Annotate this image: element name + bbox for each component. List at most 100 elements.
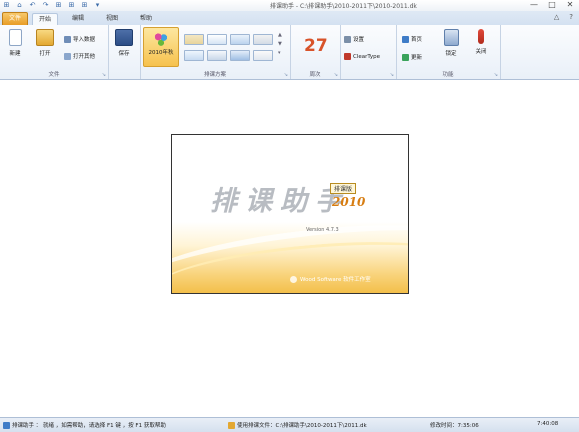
window-title: 排课助手 - C:\排课助手\2010-2011下\2010-2011.dk [270,3,417,10]
save-group: 保存 [108,25,141,79]
app-menu-icon[interactable]: ⊞ [2,1,11,9]
file-icon [228,422,235,429]
company-logo-icon [290,275,297,283]
settings-label: 设置 [353,37,365,43]
quick-action-icon[interactable]: ⊞ [80,1,89,9]
open-other-label: 打开其他 [73,54,96,60]
new-file-icon [8,29,22,46]
dialog-launcher-icon[interactable]: ↘ [494,72,498,78]
lock-button[interactable]: 锁定 [440,29,462,57]
version-text: Version 4.7.3 [306,227,339,233]
status-icon [3,422,10,429]
splash-screen: 排课助手 排课版 2010 Version 4.7.3 Wood Softwar… [171,134,409,294]
theme-swatch[interactable] [253,34,273,45]
update-button[interactable]: 更新 [402,53,422,61]
close-app-label: 关闭 [475,49,487,55]
week-number[interactable]: 27 [304,36,328,56]
import-data-button[interactable]: 导入数据 [64,35,95,43]
edition-badge: 排课版 [330,183,357,194]
status-file-text: 使用排课文件：C:\排课助手\2010-2011下\2011.dk [237,423,367,429]
quick-action-icon[interactable]: ⊞ [54,1,63,9]
tools-group-label: 功能 [442,72,454,78]
home-page-label: 首页 [411,37,423,43]
product-logo-text: 排课助手 [210,186,350,217]
undo-icon[interactable]: ↶ [28,1,37,9]
theme-swatch[interactable] [184,34,204,45]
home-icon[interactable]: ⌂ [15,1,24,9]
close-app-button[interactable]: 关闭 [470,29,492,55]
dialog-launcher-icon[interactable]: ↘ [390,72,394,78]
home-page-icon [402,35,409,43]
new-button[interactable]: 新建 [4,29,26,57]
import-icon [64,35,71,43]
ribbon-right-icons: △ ? [554,13,573,21]
scheme-palette-icon [154,33,168,46]
settings-button[interactable]: 设置 [344,35,364,43]
ribbon-tabs: 文件 开始 编辑 视图 帮助 △ ? [0,11,579,26]
dialog-launcher-icon[interactable]: ↘ [284,72,288,78]
status-file: 使用排课文件：C:\排课助手\2010-2011下\2011.dk [228,421,367,429]
redo-icon[interactable]: ↷ [41,1,50,9]
status-clock: 7:40:08 [537,421,559,427]
dialog-launcher-icon[interactable]: ↘ [102,72,106,78]
save-label: 保存 [118,51,130,57]
display-group: 设置 ClearType ↘ [340,25,397,79]
scheme-current-button[interactable]: 2010年秋 [143,27,179,67]
company-name: Wood Software 软件工作室 [300,277,371,283]
minimize-button[interactable]: — [528,0,540,10]
file-menu-button[interactable]: 文件 [2,12,28,26]
window-controls: — □ ✕ [528,0,576,10]
open-label: 打开 [39,51,51,57]
lock-icon [443,29,459,46]
tools-group: 首页 更新 锁定 关闭 功能 ↘ [396,25,501,79]
status-bar: 排课助手 ： 就绪 ，如需帮助，请选择 F1 键 ，按 F1 获取帮助 使用排课… [0,417,579,432]
quick-action-icon[interactable]: ⊞ [67,1,76,9]
customize-dropdown-icon[interactable]: ▾ [93,1,102,9]
ribbon-panel: 新建 打开 导入数据 打开其他 文件 ↘ 保存 2010年秋 ▲ ▼ ▾ 排课方… [0,25,579,80]
open-button[interactable]: 打开 [34,29,56,57]
theme-swatch[interactable] [253,50,273,61]
lock-label: 锁定 [445,51,457,57]
scheme-group: 2010年秋 ▲ ▼ ▾ 排课方案 ↘ [140,25,291,79]
file-group-label: 文件 [48,72,60,78]
import-data-label: 导入数据 [73,37,96,43]
save-icon [115,29,133,46]
scheme-current-label: 2010年秋 [148,50,174,56]
folder-icon [36,29,54,46]
quick-access-toolbar: ⊞ ⌂ ↶ ↷ ⊞ ⊞ ⊞ ▾ [2,1,102,9]
status-message: 排课助手 ： 就绪 ，如需帮助，请选择 F1 键 ，按 F1 获取帮助 [3,421,166,429]
cleartype-label: ClearType [353,53,381,60]
theme-swatch[interactable] [207,34,227,45]
scheme-group-label: 排课方案 [203,72,226,78]
product-year: 2010 [332,195,366,209]
maximize-button[interactable]: □ [546,0,558,10]
week-group-label: 周次 [309,72,321,78]
file-group: 新建 打开 导入数据 打开其他 文件 ↘ [0,25,109,79]
theme-swatch[interactable] [230,34,250,45]
cleartype-icon [344,53,351,60]
exclamation-icon [478,29,484,44]
week-group: 27 周次 ↘ [290,25,341,79]
save-button[interactable]: 保存 [113,29,135,57]
tab-help[interactable]: 帮助 [134,13,158,25]
cleartype-button[interactable]: ClearType [344,53,380,60]
settings-icon [344,35,351,43]
close-button[interactable]: ✕ [564,0,576,10]
dialog-launcher-icon[interactable]: ↘ [334,72,338,78]
open-other-button[interactable]: 打开其他 [64,52,95,60]
company-footer: Wood Software 软件工作室 [290,275,371,283]
new-label: 新建 [9,51,21,57]
gallery-scroll[interactable]: ▲ ▼ ▾ [278,31,282,58]
title-bar: ⊞ ⌂ ↶ ↷ ⊞ ⊞ ⊞ ▾ 排课助手 - C:\排课助手\2010-2011… [0,0,579,11]
update-icon [402,53,409,61]
tab-edit[interactable]: 编辑 [66,13,90,25]
minimize-ribbon-icon[interactable]: △ [554,13,559,21]
home-page-button[interactable]: 首页 [402,35,422,43]
status-modified-time: 修改时间：7:35:06 [430,423,479,429]
theme-swatch[interactable] [230,50,250,61]
theme-swatch[interactable] [184,50,204,61]
theme-swatch[interactable] [207,50,227,61]
help-icon[interactable]: ? [569,13,573,21]
update-label: 更新 [411,55,423,61]
tab-view[interactable]: 视图 [100,13,124,25]
